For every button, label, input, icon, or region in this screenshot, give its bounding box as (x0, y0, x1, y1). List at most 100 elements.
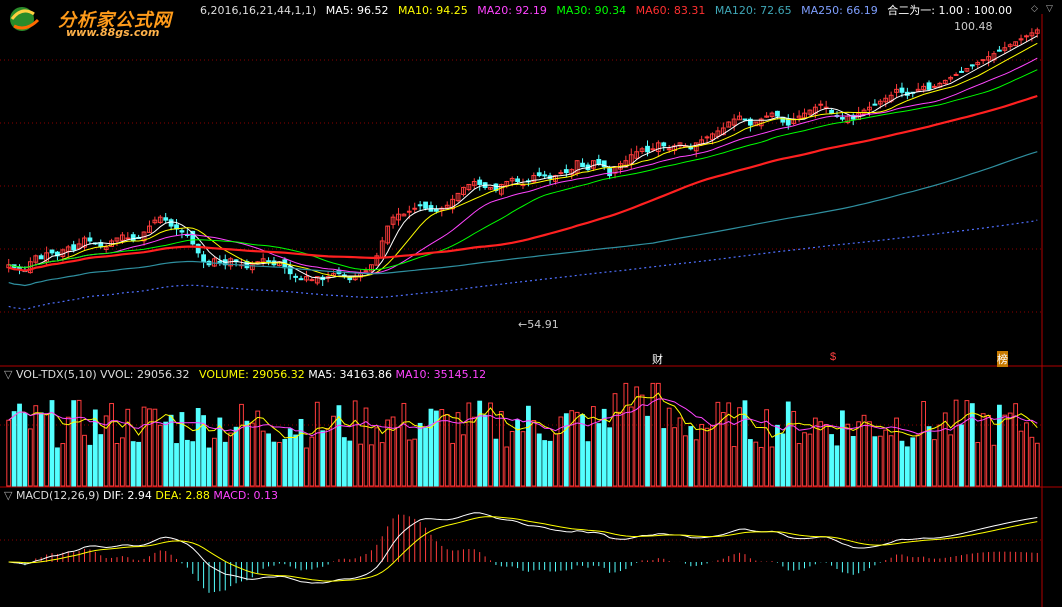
volume-bar (731, 446, 737, 487)
volume-bar (374, 427, 380, 487)
volume-bar (677, 417, 683, 487)
header-ma250: MA250: 66.19 (801, 4, 878, 17)
dollar-marker[interactable]: $ (830, 351, 836, 363)
volume-bar (520, 431, 526, 487)
low-price-value: 54.91 (527, 318, 559, 331)
volume-bar (396, 426, 401, 487)
volume-bar (802, 432, 807, 487)
volume-bar (969, 403, 975, 487)
volume-bar (536, 433, 542, 487)
macd-value: MACD: 0.13 (213, 489, 279, 502)
finance-marker[interactable]: 财 (652, 351, 663, 367)
rank-marker[interactable]: 榜 (997, 351, 1008, 367)
candle-body (932, 85, 937, 88)
volume-bar (580, 414, 585, 487)
header-params: 6,2016,16,21,44,1,1) (200, 4, 317, 17)
volume-bar (904, 446, 910, 487)
volume-bar (823, 423, 829, 487)
volume-bar (1034, 442, 1040, 487)
candle-body (661, 142, 667, 147)
candle-body (168, 219, 174, 227)
volume-bar (17, 403, 22, 487)
volume-ma10: MA10: 35145.12 (395, 368, 487, 381)
volume-collapse-icon[interactable]: ▽ (4, 368, 12, 381)
volume-bar (22, 412, 28, 487)
candle-body (125, 237, 131, 240)
volume-bar (623, 382, 629, 487)
candle-body (417, 204, 423, 207)
header-ma5: MA5: 96.52 (325, 4, 389, 17)
volume-bar (87, 444, 93, 487)
volume-bar (612, 393, 618, 487)
macd-header: ▽ MACD(12,26,9) DIF: 2.94 DEA: 2.88 MACD… (4, 489, 278, 502)
volume-bar (325, 428, 331, 487)
volume-bar (298, 418, 304, 487)
volume-ma5: MA5: 34163.86 (308, 368, 392, 381)
candle-body (38, 255, 44, 260)
candle-body (580, 162, 585, 168)
volume-bar (737, 407, 742, 487)
volume-bar (845, 423, 851, 487)
volume-bar (840, 410, 845, 487)
volume-bar (937, 424, 943, 487)
candle-body (563, 169, 569, 174)
candle-body (536, 172, 542, 177)
header-ma60: MA60: 83.31 (635, 4, 706, 17)
volume-bar (390, 416, 396, 487)
volume-bar (125, 408, 131, 487)
volume-bar (304, 447, 309, 487)
volume-bar (877, 435, 883, 487)
volume-bar (618, 411, 623, 487)
volume-bar (239, 403, 244, 487)
volume-bar (807, 433, 813, 487)
diamond-icon[interactable]: ◇ (1031, 3, 1038, 14)
volume-bar (818, 421, 824, 487)
volume-bar (136, 441, 142, 487)
macd-title[interactable]: MACD(12,26,9) (16, 489, 100, 502)
volume-bar (147, 408, 152, 487)
volume-bar (71, 400, 77, 487)
volume-bar (1002, 414, 1008, 487)
volume-vvol: VVOL: 29056.32 (100, 368, 190, 381)
candle-body (775, 110, 780, 117)
candle-body (130, 234, 136, 242)
candle-body (650, 148, 656, 151)
volume-bar (693, 439, 699, 487)
volume-bar (666, 407, 672, 487)
candle-body (829, 109, 834, 114)
volume-title[interactable]: VOL-TDX(5,10) (16, 368, 97, 381)
candle-body (423, 201, 428, 209)
triangle-down-icon[interactable]: ▽ (1046, 3, 1053, 14)
volume-bar (915, 434, 921, 487)
candle-body (818, 103, 824, 106)
volume-bar (596, 423, 602, 487)
volume-bar (282, 438, 288, 487)
volume-bar (715, 401, 721, 487)
volume-bar (601, 408, 607, 487)
volume-bar (471, 416, 477, 487)
volume-bar (747, 439, 753, 487)
volume-bar (1024, 422, 1029, 487)
stock-chart[interactable] (0, 0, 1062, 607)
volume-bar (82, 434, 87, 487)
volume-bar (271, 441, 277, 487)
volume-bar (563, 413, 569, 487)
volume-bar (341, 437, 347, 487)
volume-bar (634, 386, 640, 487)
volume-bar (504, 446, 510, 487)
macd-collapse-icon[interactable]: ▽ (4, 489, 12, 502)
volume-bar (683, 435, 688, 487)
volume-bar (44, 413, 49, 487)
candle-body (163, 217, 169, 221)
volume-bar (331, 415, 336, 487)
volume-bar (76, 399, 82, 487)
volume-bar (309, 436, 315, 487)
volume-bar (412, 438, 418, 487)
volume-bar (796, 443, 802, 487)
volume-bar (11, 411, 17, 487)
volume-bar (55, 447, 60, 487)
logo-url: www.88gs.com (66, 26, 160, 39)
candle-body (840, 117, 845, 120)
volume-bar (109, 403, 114, 487)
volume-bar (455, 412, 461, 487)
